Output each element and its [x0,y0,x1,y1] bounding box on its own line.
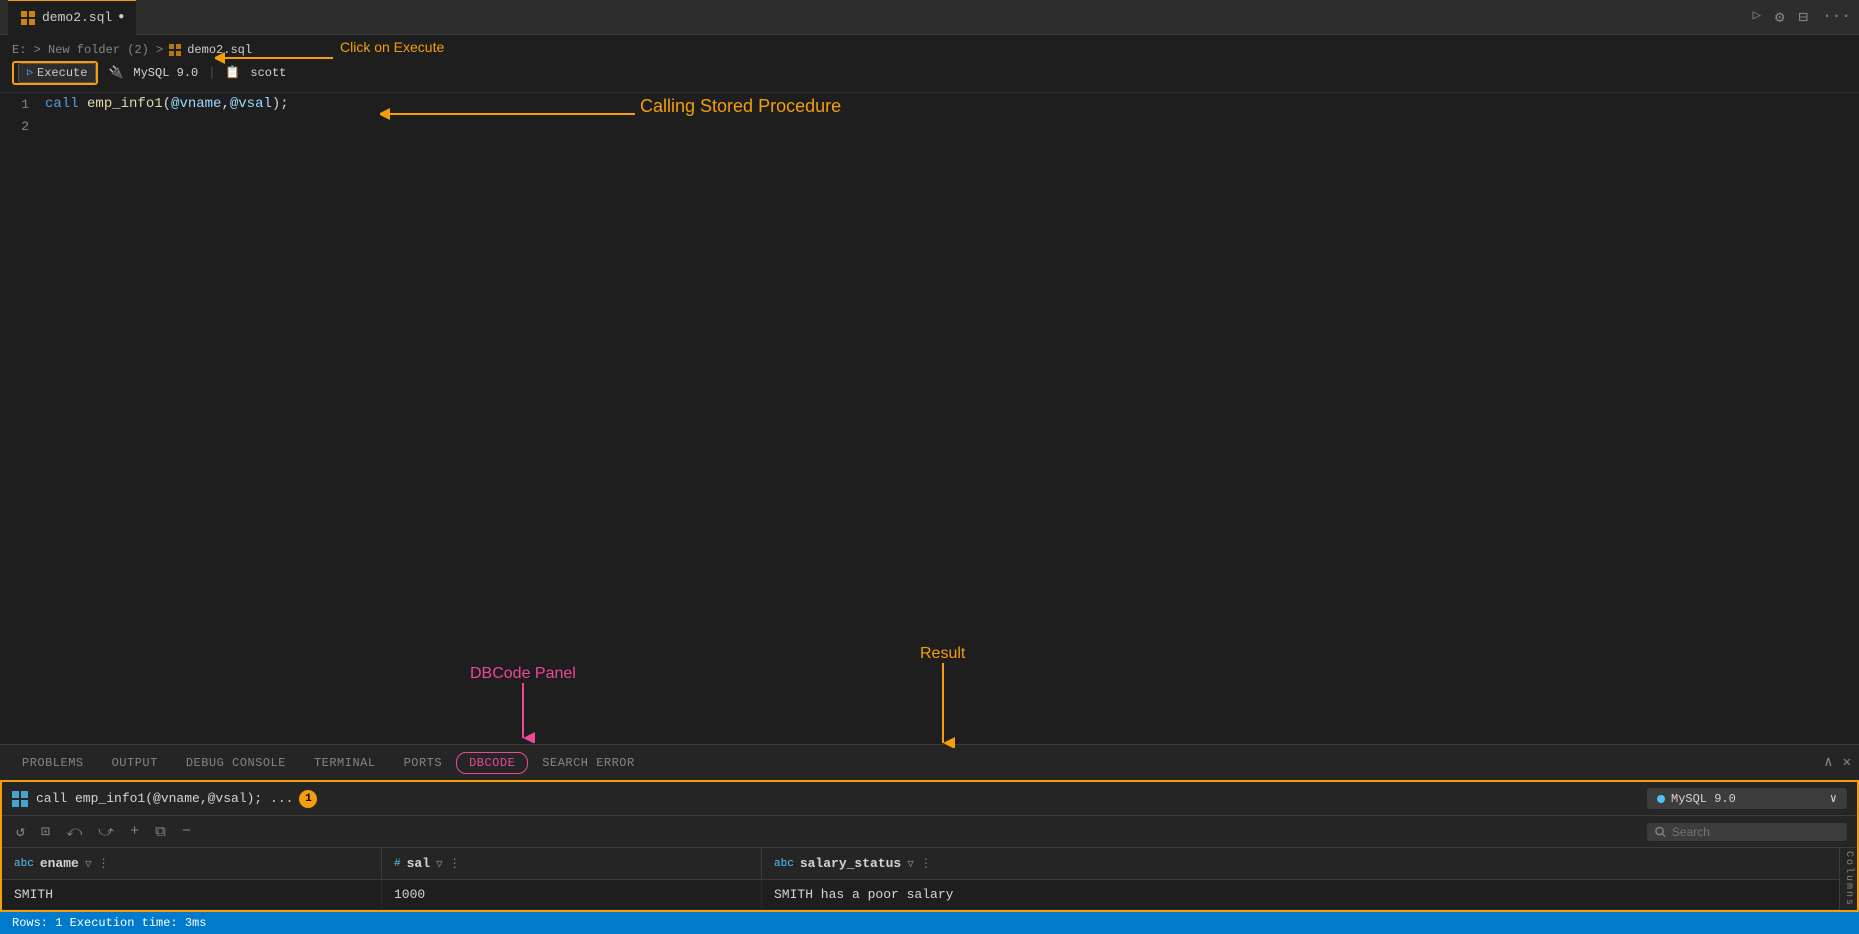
conn-chevron: ∨ [1830,791,1837,806]
panel-tab-actions: ∧ ✕ [1824,754,1851,771]
col-type-sal: # [394,858,401,870]
filter-icon-ename[interactable]: ▽ [85,857,92,871]
breadcrumb-path: E: > New folder (2) > [12,43,163,57]
line-number-1: 1 [0,97,45,112]
more-icon[interactable]: ··· [1822,7,1851,27]
col-header-salary-status: abc salary_status ▽ ⋮ [762,848,1839,879]
play-icon: ▷ [27,67,33,79]
col-header-ename: abc ename ▽ ⋮ [2,848,382,879]
connection-dropdown[interactable]: MySQL 9.0 ∨ [1647,788,1847,809]
table-icon [12,791,28,807]
keyword-call: call [45,96,79,112]
redo-icon[interactable]: ⤻ [94,821,118,843]
col-name-salary-status: salary_status [800,856,901,871]
tab-ports[interactable]: PORTS [390,752,457,774]
db-icon-breadcrumb [169,44,181,56]
cell-ename-1: SMITH [2,880,382,909]
paren-open: ( [163,96,171,112]
copy-icon[interactable]: ⧉ [151,821,170,843]
execute-row: ▷ Execute 🔌 MySQL 9.0 | 📋 scott [12,61,286,85]
settings-icon[interactable]: ⚙ [1775,7,1785,27]
user-label: scott [250,66,286,80]
filter-icon-sal[interactable]: ▽ [436,857,443,871]
undo-icon[interactable]: ⤺ [62,821,86,843]
col-type-ename: abc [14,858,34,870]
cell-salary-status-1: SMITH has a poor salary [762,880,1839,909]
tab-terminal[interactable]: TERMINAL [300,752,390,774]
breadcrumb-file: demo2.sql [187,43,252,57]
panel-close-icon[interactable]: ✕ [1843,754,1851,771]
param1: @vname [171,96,221,112]
query-label: call emp_info1(@vname,@vsal); ... 1 [36,790,317,808]
delete-icon[interactable]: − [178,821,195,842]
user-icon: 📋 [225,65,240,80]
result-table-header: abc ename ▽ ⋮ # sal ▽ ⋮ abc salary_statu… [2,848,1839,880]
status-text: Rows: 1 Execution time: 3ms [12,916,206,930]
add-row-icon[interactable]: + [126,821,143,842]
dbcode-toolbar: ↺ ⊡ ⤺ ⤻ + ⧉ − [2,816,1857,848]
tab-search-error[interactable]: SEARCH ERROR [528,752,648,774]
cell-sal-1: 1000 [382,880,762,909]
save-icon[interactable]: ⊡ [37,820,54,843]
breadcrumb-row: E: > New folder (2) > demo2.sql [12,43,252,57]
execute-button[interactable]: ▷ Execute [18,63,96,83]
table-scroll-area: abc ename ▽ ⋮ # sal ▽ ⋮ abc salary_statu… [2,848,1839,910]
query-badge: 1 [299,790,317,808]
editor-area: 1 call emp_info1(@vname,@vsal); 2 Callin… [0,93,1859,744]
semicolon: ; [280,96,288,112]
title-bar: demo2.sql ● ▷ ⚙ ⊟ ··· [0,0,1859,35]
line-number-2: 2 [0,119,45,134]
col-name-ename: ename [40,856,79,871]
panel-collapse-icon[interactable]: ∧ [1824,754,1832,771]
columns-scrollbar[interactable]: Columns [1839,848,1857,910]
separator: | [208,66,215,80]
table-container: abc ename ▽ ⋮ # sal ▽ ⋮ abc salary_statu… [2,848,1857,910]
connection-icon: 🔌 [108,65,123,80]
menu-icon-sal[interactable]: ⋮ [449,856,461,871]
tab-modified-dot: ● [118,12,124,23]
tab-problems[interactable]: PROBLEMS [8,752,98,774]
dbcode-panel-header: call emp_info1(@vname,@vsal); ... 1 MySQ… [2,782,1857,816]
editor-tab[interactable]: demo2.sql ● [8,0,136,35]
status-bar: Rows: 1 Execution time: 3ms [0,912,1859,934]
tab-filename: demo2.sql [42,10,112,25]
file-icon [20,10,36,26]
tab-debug-console[interactable]: DEBUG CONSOLE [172,752,300,774]
table-row[interactable]: SMITH 1000 SMITH has a poor salary [2,880,1839,910]
execute-button-wrapper: ▷ Execute [12,61,98,85]
col-header-sal: # sal ▽ ⋮ [382,848,762,879]
comma: , [221,96,229,112]
layout-icon[interactable]: ⊟ [1799,7,1809,27]
search-icon [1655,826,1666,838]
dbcode-results-wrapper: call emp_info1(@vname,@vsal); ... 1 MySQ… [0,780,1859,912]
run-icon[interactable]: ▷ [1752,7,1760,27]
tab-dbcode[interactable]: DBCODE [456,752,528,774]
click-execute-text: Click on Execute [340,39,444,55]
connection-label: MySQL 9.0 [133,66,198,80]
search-box[interactable] [1647,823,1847,841]
editor-annotation-overlay: Calling Stored Procedure [0,93,1859,744]
filter-icon-salary-status[interactable]: ▽ [907,857,914,871]
title-bar-actions: ▷ ⚙ ⊟ ··· [1752,7,1851,27]
conn-dot [1657,795,1665,803]
execute-label: Execute [37,66,87,80]
conn-name: MySQL 9.0 [1671,792,1736,806]
func-name: emp_info1 [87,96,163,112]
query-text: call emp_info1(@vname,@vsal); ... [36,791,293,806]
menu-icon-ename[interactable]: ⋮ [97,856,109,871]
tab-output[interactable]: OUTPUT [98,752,172,774]
panel-tabs-bar: PROBLEMS OUTPUT DEBUG CONSOLE TERMINAL P… [0,744,1859,780]
code-content-1[interactable]: call emp_info1(@vname,@vsal); [45,96,289,112]
code-line-2: 2 [0,115,1859,137]
search-input[interactable] [1672,825,1839,839]
menu-icon-salary-status[interactable]: ⋮ [920,856,932,871]
col-type-salary-status: abc [774,858,794,870]
param2: @vsal [230,96,272,112]
breadcrumb-bar: E: > New folder (2) > demo2.sql ▷ Execut… [0,35,1859,93]
col-name-sal: sal [407,856,430,871]
columns-label: Columns [1843,851,1854,907]
refresh-icon[interactable]: ↺ [12,820,29,843]
code-line-1: 1 call emp_info1(@vname,@vsal); [0,93,1859,115]
